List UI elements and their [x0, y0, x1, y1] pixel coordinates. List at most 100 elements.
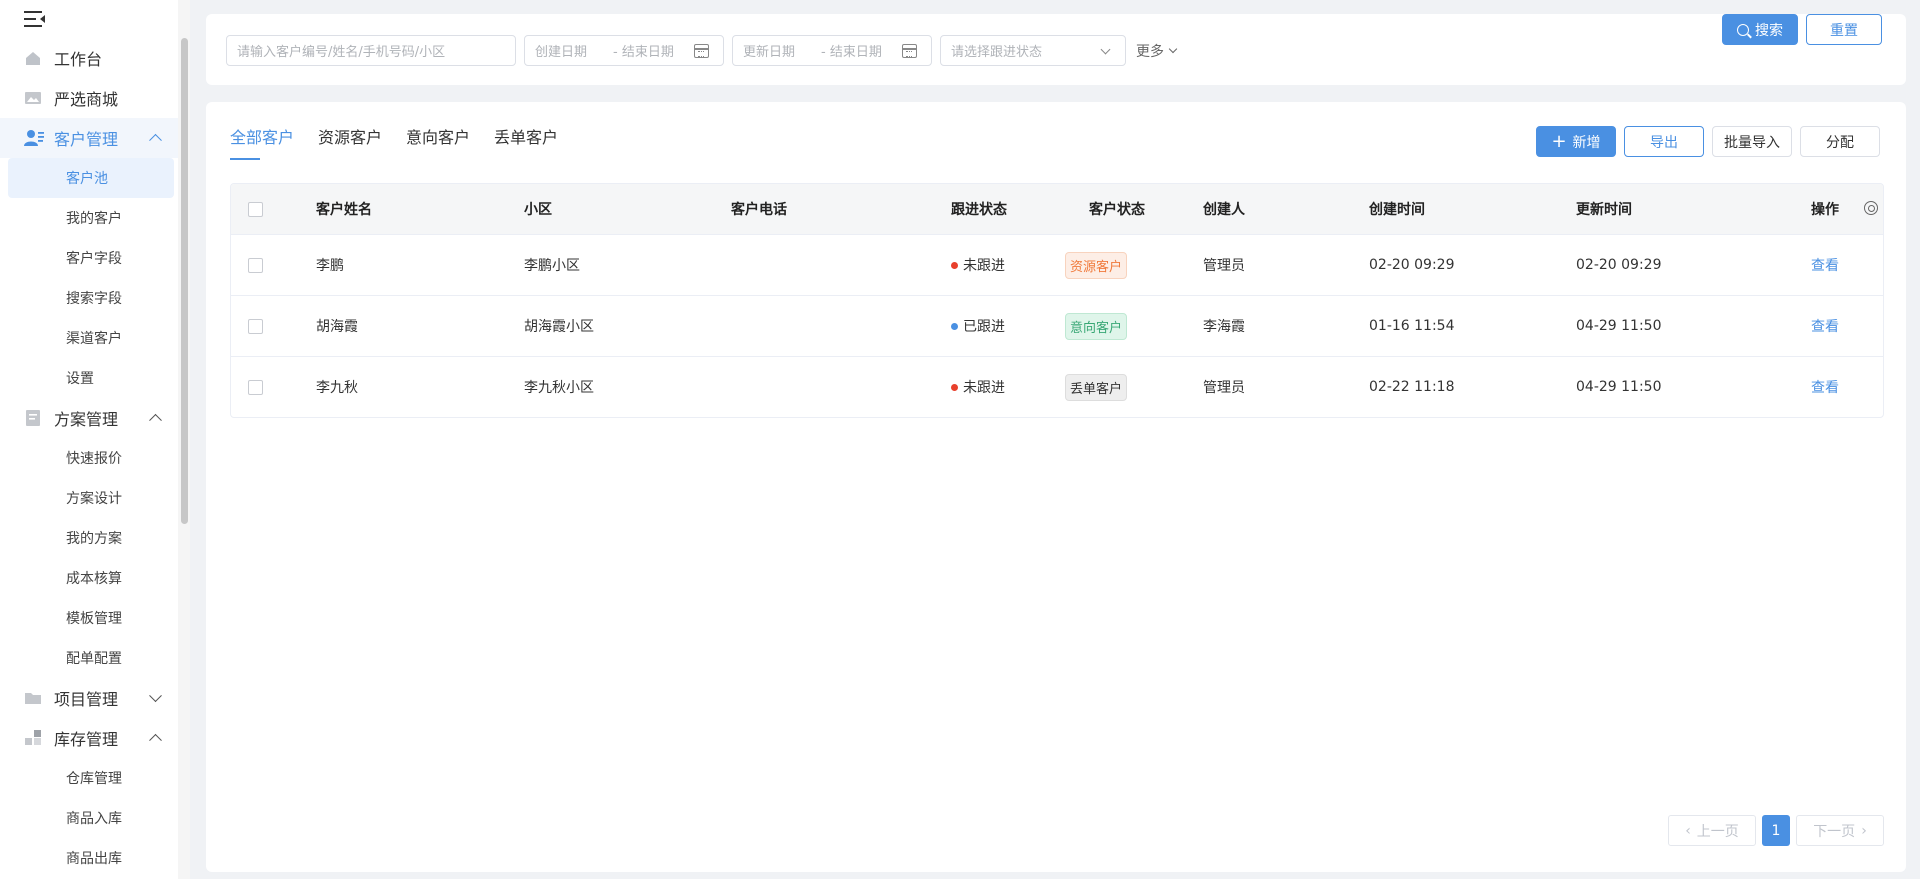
page-number-current[interactable]: 1	[1762, 815, 1790, 846]
image-icon	[24, 89, 42, 107]
chevron-down-icon	[149, 689, 162, 703]
column-header[interactable]: 客户姓名	[316, 184, 372, 234]
sidebar-subitem-stock-out[interactable]: 商品出库	[0, 838, 178, 878]
view-link[interactable]: 查看	[1811, 296, 1839, 356]
column-header[interactable]: 小区	[524, 184, 552, 234]
reset-button[interactable]: 重置	[1806, 14, 1882, 45]
sidebar-item-project-management[interactable]: 项目管理	[0, 678, 178, 718]
sidebar-item-plan-management[interactable]: 方案管理	[0, 398, 178, 438]
customer-tabs: 全部客户 资源客户 意向客户 丢单客户	[230, 124, 582, 160]
follow-status: 未跟进	[951, 357, 1005, 417]
column-header[interactable]: 更新时间	[1576, 184, 1632, 234]
column-header[interactable]: 跟进状态	[951, 184, 1007, 234]
sidebar-subitem-search-fields[interactable]: 搜索字段	[0, 278, 178, 318]
tab-lost-customers[interactable]: 丢单客户	[494, 124, 558, 160]
column-header[interactable]: 创建时间	[1369, 184, 1425, 234]
sidebar-item-mall[interactable]: 严选商城	[0, 78, 178, 118]
sidebar-subitem-customer-fields[interactable]: 客户字段	[0, 238, 178, 278]
add-customer-button[interactable]: + 新增	[1536, 126, 1616, 157]
view-link[interactable]: 查看	[1811, 357, 1839, 417]
sidebar-item-workbench[interactable]: 工作台	[0, 38, 178, 78]
document-icon	[24, 409, 42, 427]
sidebar-item-inventory-management[interactable]: 库存管理	[0, 718, 178, 758]
sidebar-subitem-cost-accounting[interactable]: 成本核算	[0, 558, 178, 598]
sidebar-subitem-stock-in[interactable]: 商品入库	[0, 798, 178, 838]
tab-all-customers[interactable]: 全部客户	[230, 124, 294, 160]
sidebar-subitem-quick-quote[interactable]: 快速报价	[0, 438, 178, 478]
follow-status-text: 未跟进	[963, 380, 1005, 396]
customer-status: 丢单客户	[1065, 357, 1128, 417]
plus-icon: +	[1551, 130, 1567, 152]
creator: 管理员	[1203, 380, 1245, 396]
select-all-checkbox[interactable]	[248, 201, 263, 217]
more-filters-label: 更多	[1136, 44, 1164, 60]
update-date-range-picker[interactable]: 更新日期 - 结束日期	[732, 35, 932, 66]
column-settings-icon[interactable]	[1864, 201, 1878, 215]
follow-status: 已跟进	[951, 296, 1005, 356]
add-button-label: 新增	[1572, 134, 1601, 151]
table-row[interactable]: 胡海霞 胡海霞小区 已跟进 意向客户 李海霞 01-16 11:54 04-29…	[231, 295, 1883, 356]
table-row[interactable]: 李鹏 李鹏小区 未跟进 资源客户 管理员 02-20 09:29 02-20 0…	[231, 234, 1883, 295]
sidebar-subitem-channel-customers[interactable]: 渠道客户	[0, 318, 178, 358]
row-checkbox[interactable]	[248, 318, 263, 334]
chevron-up-icon	[149, 733, 162, 747]
row-checkbox[interactable]	[248, 257, 263, 273]
row-checkbox[interactable]	[248, 379, 263, 395]
export-button[interactable]: 导出	[1624, 126, 1704, 157]
more-filters-toggle[interactable]: 更多	[1136, 41, 1178, 61]
follow-status: 未跟进	[951, 235, 1005, 295]
customer-name: 李九秋	[316, 380, 358, 396]
created-time: 02-22 11:18	[1369, 379, 1455, 395]
creator: 李海霞	[1203, 319, 1245, 335]
sidebar-subitem-order-config[interactable]: 配单配置	[0, 638, 178, 678]
tab-resource-customers[interactable]: 资源客户	[318, 124, 382, 160]
warehouse-icon	[24, 729, 42, 747]
prev-page-label: 上一页	[1696, 823, 1739, 840]
status-badge: 意向客户	[1065, 312, 1128, 340]
status-dot-icon	[951, 322, 958, 330]
customer-name: 李鹏	[316, 258, 344, 274]
sidebar-scrollbar-thumb[interactable]	[181, 38, 188, 524]
batch-import-button[interactable]: 批量导入	[1712, 126, 1792, 157]
calendar-icon	[902, 44, 917, 58]
keyword-search-input[interactable]: 请输入客户编号/姓名/手机号码/小区	[226, 35, 516, 66]
status-dot-icon	[951, 383, 958, 391]
column-header[interactable]: 操作	[1811, 184, 1839, 234]
chevron-up-icon	[149, 133, 162, 147]
column-header[interactable]: 客户电话	[731, 184, 787, 234]
chevron-left-icon: ‹	[1685, 822, 1691, 839]
sidebar-subitem-my-plans[interactable]: 我的方案	[0, 518, 178, 558]
column-header[interactable]: 客户状态	[1089, 184, 1145, 234]
sidebar-item-customer-management[interactable]: 客户管理	[0, 118, 178, 158]
next-page-button[interactable]: 下一页 ›	[1796, 815, 1884, 846]
next-page-label: 下一页	[1813, 823, 1856, 840]
follow-status-placeholder: 请选择跟进状态	[951, 45, 1043, 60]
assign-button[interactable]: 分配	[1800, 126, 1880, 157]
sidebar-subitem-customer-pool[interactable]: 客户池	[8, 158, 174, 198]
status-badge: 丢单客户	[1065, 373, 1128, 401]
prev-page-button[interactable]: ‹ 上一页	[1668, 815, 1756, 846]
sidebar-scrollbar[interactable]	[178, 0, 190, 879]
customer-list-panel: 全部客户 资源客户 意向客户 丢单客户 + 新增 导出 批量导入 分配 客户姓名…	[206, 102, 1906, 872]
follow-status-text: 未跟进	[963, 258, 1005, 274]
sidebar-subitem-template-management[interactable]: 模板管理	[0, 598, 178, 638]
chevron-down-icon	[1100, 44, 1111, 55]
view-link[interactable]: 查看	[1811, 235, 1839, 295]
filter-bar: 请输入客户编号/姓名/手机号码/小区 创建日期 - 结束日期 更新日期 - 结束…	[206, 14, 1906, 85]
tab-intent-customers[interactable]: 意向客户	[406, 124, 470, 160]
menu-collapse-icon[interactable]	[24, 10, 46, 28]
search-button[interactable]: 搜索	[1722, 14, 1798, 45]
updated-time: 04-29 11:50	[1576, 379, 1662, 395]
table-row[interactable]: 李九秋 李九秋小区 未跟进 丢单客户 管理员 02-22 11:18 04-29…	[231, 356, 1883, 417]
update-date-end: - 结束日期	[821, 45, 882, 60]
sidebar-item-label: 库存管理	[54, 730, 119, 749]
create-date-range-picker[interactable]: 创建日期 - 结束日期	[524, 35, 724, 66]
follow-status-select[interactable]: 请选择跟进状态	[940, 35, 1126, 66]
column-header[interactable]: 创建人	[1203, 184, 1245, 234]
sidebar-subitem-warehouse-management[interactable]: 仓库管理	[0, 758, 178, 798]
sidebar-subitem-settings[interactable]: 设置	[0, 358, 178, 398]
sidebar-subitem-my-customers[interactable]: 我的客户	[0, 198, 178, 238]
sidebar-subitem-plan-design[interactable]: 方案设计	[0, 478, 178, 518]
customer-table: 客户姓名 小区 客户电话 跟进状态 客户状态 创建人 创建时间 更新时间 操作 …	[230, 183, 1884, 418]
status-badge: 资源客户	[1065, 251, 1128, 279]
